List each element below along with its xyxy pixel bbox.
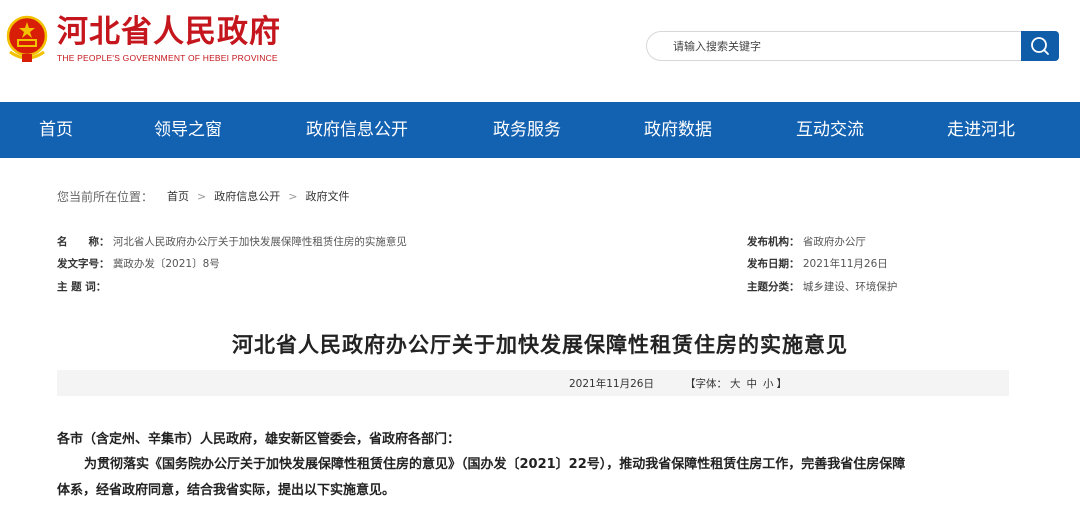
- chevron-right-icon: >: [288, 189, 298, 203]
- font-size-small-button[interactable]: 小: [763, 378, 774, 390]
- site-subtitle: THE PEOPLE'S GOVERNMENT OF HEBEI PROVINC…: [57, 53, 278, 63]
- meta-name-label: 名 称：: [57, 236, 110, 248]
- chevron-right-icon: >: [197, 189, 207, 203]
- meta-issuer: 发布机构： 省政府办公厅: [747, 234, 866, 249]
- article-paragraph-line: 体系，经省政府同意，结合我省实际，提出以下实施意见。: [57, 483, 396, 498]
- nav-item-services[interactable]: 政务服务: [493, 102, 561, 158]
- meta-date-value: 2021年11月26日: [802, 258, 888, 270]
- meta-subject-label: 主 题 词：: [57, 281, 107, 293]
- meta-subject: 主 题 词：: [57, 279, 106, 294]
- article-paragraph-line: 为贯彻落实《国务院办公厅关于加快发展保障性租赁住房的意见》（国办发〔2021〕2…: [84, 457, 906, 472]
- search-button[interactable]: [1021, 31, 1059, 61]
- nav-item-leaders[interactable]: 领导之窗: [154, 102, 222, 158]
- article-info-bar: 2021年11月26日 【字体：大中小】: [57, 370, 1009, 396]
- meta-date: 发布日期： 2021年11月26日: [747, 256, 888, 271]
- article-title: 河北省人民政府办公厅关于加快发展保障性租赁住房的实施意见: [232, 332, 848, 357]
- font-size-medium-button[interactable]: 中: [747, 378, 758, 390]
- search-input[interactable]: [673, 32, 1013, 60]
- nav-item-interaction[interactable]: 互动交流: [796, 102, 864, 158]
- meta-doc-no-value: 冀政办发〔2021〕8号: [112, 258, 220, 270]
- breadcrumb-prefix: 您当前所在位置：: [57, 189, 154, 204]
- meta-name: 名 称： 河北省人民政府办公厅关于加快发展保障性租赁住房的实施意见: [57, 234, 407, 249]
- meta-doc-no: 发文字号： 冀政办发〔2021〕8号: [57, 256, 220, 271]
- breadcrumb-gov-documents[interactable]: 政府文件: [305, 188, 349, 204]
- font-size-control: 【字体：大中小】: [685, 376, 787, 391]
- font-size-large-button[interactable]: 大: [730, 378, 741, 390]
- nav-item-home[interactable]: 首页: [39, 102, 73, 158]
- meta-doc-no-label: 发文字号：: [57, 258, 110, 270]
- font-size-label-close: 】: [776, 378, 788, 390]
- meta-issuer-value: 省政府办公厅: [802, 236, 866, 248]
- meta-category-label: 主题分类：: [747, 281, 800, 293]
- site-title[interactable]: 河北省人民政府: [57, 12, 281, 52]
- font-size-label: 【字体：: [685, 378, 727, 390]
- search-box: [646, 31, 1022, 61]
- main-nav: 首页 领导之窗 政府信息公开 政务服务 政府数据 互动交流 走进河北: [0, 102, 1080, 158]
- site-header: 河北省人民政府 THE PEOPLE'S GOVERNMENT OF HEBEI…: [0, 0, 1080, 102]
- meta-category: 主题分类： 城乡建设、环境保护: [747, 279, 897, 294]
- meta-category-value: 城乡建设、环境保护: [802, 281, 898, 293]
- article-date: 2021年11月26日: [569, 378, 654, 390]
- search-icon: [1031, 37, 1049, 55]
- meta-issuer-label: 发布机构：: [747, 236, 800, 248]
- breadcrumb: 您当前所在位置： 首页 > 政府信息公开 > 政府文件: [57, 186, 349, 206]
- meta-name-value: 河北省人民政府办公厅关于加快发展保障性租赁住房的实施意见: [112, 236, 407, 248]
- breadcrumb-home[interactable]: 首页: [167, 188, 189, 204]
- nav-item-data[interactable]: 政府数据: [644, 102, 712, 158]
- breadcrumb-info-disclosure[interactable]: 政府信息公开: [214, 188, 280, 204]
- nav-item-about-hebei[interactable]: 走进河北: [947, 102, 1015, 158]
- nav-item-info-disclosure[interactable]: 政府信息公开: [306, 102, 408, 158]
- national-emblem-icon[interactable]: [6, 14, 48, 64]
- article-salutation: 各市（含定州、辛集市）人民政府，雄安新区管委会，省政府各部门：: [57, 432, 461, 447]
- meta-date-label: 发布日期：: [747, 258, 800, 270]
